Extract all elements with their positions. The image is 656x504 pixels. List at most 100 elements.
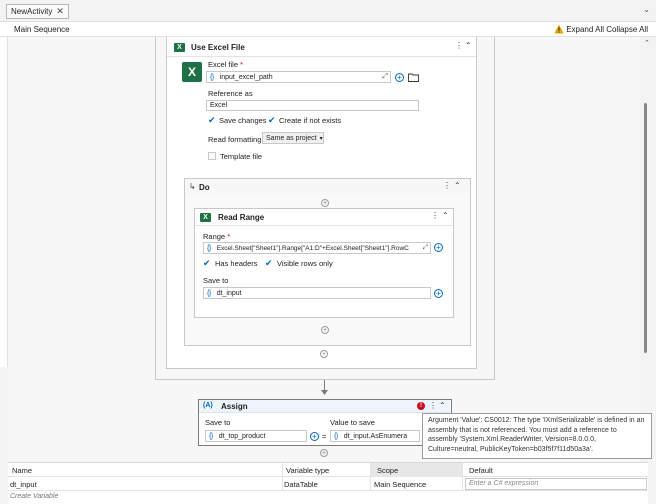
designer-header: Main Sequence Expand All Collapse All (0, 22, 656, 37)
designer-canvas: X Use Excel File ⋮ ⌃ X Excel file * {} i… (8, 37, 640, 462)
plus-icon[interactable]: + (395, 73, 404, 82)
error-icon[interactable]: ! (417, 402, 425, 410)
nested-arrow-icon: ↳ (189, 182, 196, 191)
assign-save-to-label: Save to (205, 418, 231, 427)
more-options-icon[interactable]: ⋮ (431, 211, 439, 220)
collapse-icon[interactable]: ⌃ (439, 401, 446, 410)
excel-file-label: Excel file * (208, 60, 244, 69)
read-formatting-label: Read formatting (208, 135, 262, 144)
value-to-save-input[interactable]: {} dt_input.AsEnumera (330, 430, 420, 442)
tab-label: NewActivity (11, 7, 53, 16)
read-range-activity[interactable]: X Read Range ⋮ ⌃ Range * {} Excel.Sheet[… (194, 208, 454, 318)
add-activity-plus-icon[interactable]: + (321, 199, 329, 207)
more-options-icon[interactable]: ⋮ (443, 181, 451, 190)
range-input[interactable]: {} Excel.Sheet["Sheet1"].Range["A1:D"+Ex… (203, 242, 431, 254)
expand-all-button[interactable]: Expand All (566, 25, 604, 34)
column-header-default[interactable]: Default (469, 466, 493, 475)
save-changes-checkbox[interactable]: ✔ (208, 116, 216, 125)
variable-name[interactable]: dt_input (10, 480, 37, 489)
chevron-down-icon[interactable]: ⌄ (643, 5, 650, 14)
variable-scope[interactable]: Main Sequence (374, 480, 426, 489)
add-activity-plus-icon[interactable]: + (321, 326, 329, 334)
reference-as-input[interactable]: Excel (206, 100, 419, 111)
variable-type[interactable]: DataTable (284, 480, 318, 489)
left-gutter (0, 37, 8, 367)
has-headers-checkbox[interactable]: ✔ (203, 259, 211, 268)
more-options-icon[interactable]: ⋮ (429, 401, 437, 410)
plus-icon[interactable]: + (434, 289, 443, 298)
has-headers-label: Has headers (215, 259, 258, 268)
collapse-all-button[interactable]: Collapse All (606, 25, 648, 34)
tab-bar: NewActivity ✕ ⌄ (0, 0, 656, 22)
expand-editor-icon[interactable]: ⤢ (423, 244, 428, 252)
column-header-name[interactable]: Name (12, 466, 32, 475)
arrow-down-icon (321, 390, 328, 395)
folder-icon[interactable] (408, 73, 419, 82)
range-label: Range * (203, 232, 231, 241)
create-if-not-exists-label: Create if not exists (279, 116, 342, 125)
expression-icon: {} (210, 73, 214, 81)
read-range-header[interactable]: X Read Range ⋮ ⌃ (195, 209, 453, 226)
create-if-not-exists-checkbox[interactable]: ✔ (268, 116, 276, 125)
save-to-value: dt_input (216, 289, 242, 297)
do-title: Do (199, 183, 210, 192)
create-variable-link[interactable]: Create Variable (10, 493, 58, 500)
do-container[interactable]: ↳ Do ⋮ ⌃ + X Read Range ⋮ ⌃ Range * {} E… (184, 178, 471, 346)
warning-icon[interactable] (554, 24, 564, 34)
expression-icon: {} (334, 432, 338, 440)
collapse-icon[interactable]: ⌃ (454, 181, 461, 190)
error-tooltip: Argument 'Value': CS0012: The type 'IXml… (422, 413, 652, 459)
scroll-up-icon[interactable]: ⌃ (644, 39, 650, 47)
assign-save-to-value: dt_top_product (218, 432, 266, 440)
plus-icon[interactable]: + (434, 243, 443, 252)
assign-icon: (A) (203, 402, 213, 409)
expand-editor-icon[interactable]: ⤢ (382, 73, 388, 81)
add-activity-plus-icon[interactable]: + (320, 350, 328, 358)
use-excel-header[interactable]: X Use Excel File ⋮ ⌃ (167, 37, 476, 57)
template-file-checkbox[interactable] (208, 152, 216, 160)
reference-as-value: Excel (210, 102, 228, 109)
assign-title: Assign (221, 402, 248, 411)
default-value-input[interactable]: Enter a C# expression (465, 478, 647, 490)
visible-rows-only-checkbox[interactable]: ✔ (265, 259, 273, 268)
do-header: ↳ Do ⋮ ⌃ (185, 179, 470, 194)
variables-header-row: Name Variable type Scope Default (8, 463, 648, 477)
read-formatting-value: Same as project (266, 134, 317, 142)
excel-file-value: input_excel_path (219, 73, 273, 81)
assign-activity[interactable]: (A) Assign ! ⋮ ⌃ Save to Value to save {… (198, 399, 452, 446)
expression-icon: {} (207, 289, 211, 297)
chevron-down-icon: ▾ (319, 135, 323, 142)
value-to-save-value: dt_input.AsEnumera (343, 432, 408, 440)
tab-newactivity[interactable]: NewActivity ✕ (6, 4, 69, 19)
range-value: Excel.Sheet["Sheet1"].Range["A1:D"+Excel… (216, 244, 409, 252)
template-file-label: Template file (220, 152, 263, 161)
table-row[interactable]: dt_input DataTable Main Sequence Enter a… (8, 477, 648, 491)
excel-large-icon: X (182, 62, 202, 82)
assign-save-to-input[interactable]: {} dt_top_product (205, 430, 307, 442)
collapse-icon[interactable]: ⌃ (442, 211, 449, 220)
scrollbar-thumb[interactable] (644, 103, 647, 353)
column-header-variable-type[interactable]: Variable type (286, 466, 329, 475)
more-options-icon[interactable]: ⋮ (455, 41, 463, 50)
breadcrumb[interactable]: Main Sequence (14, 25, 70, 34)
value-to-save-label: Value to save (330, 418, 375, 427)
close-icon[interactable]: ✕ (56, 6, 64, 17)
save-changes-label: Save changes (219, 116, 267, 125)
variables-panel: Name Variable type Scope Default dt_inpu… (8, 462, 648, 504)
read-formatting-dropdown[interactable]: Same as project ▾ (262, 132, 324, 144)
excel-icon: X (174, 43, 185, 52)
save-to-input[interactable]: {} dt_input (203, 287, 431, 299)
expression-icon: {} (207, 244, 211, 252)
add-activity-plus-icon[interactable]: + (320, 449, 328, 457)
vertical-scrollbar[interactable]: ⌃ (640, 37, 656, 462)
excel-file-input[interactable]: {} input_excel_path ⤢ (206, 71, 391, 83)
collapse-icon[interactable]: ⌃ (465, 41, 472, 50)
excel-icon: X (200, 213, 211, 222)
visible-rows-only-label: Visible rows only (277, 259, 333, 268)
plus-icon[interactable]: + (310, 432, 319, 441)
use-excel-title: Use Excel File (191, 43, 245, 52)
use-excel-file-activity[interactable]: X Use Excel File ⋮ ⌃ X Excel file * {} i… (166, 37, 477, 369)
assign-header[interactable]: (A) Assign ! ⋮ ⌃ (199, 400, 450, 413)
expression-icon: {} (209, 432, 213, 440)
column-header-scope[interactable]: Scope (377, 466, 398, 475)
